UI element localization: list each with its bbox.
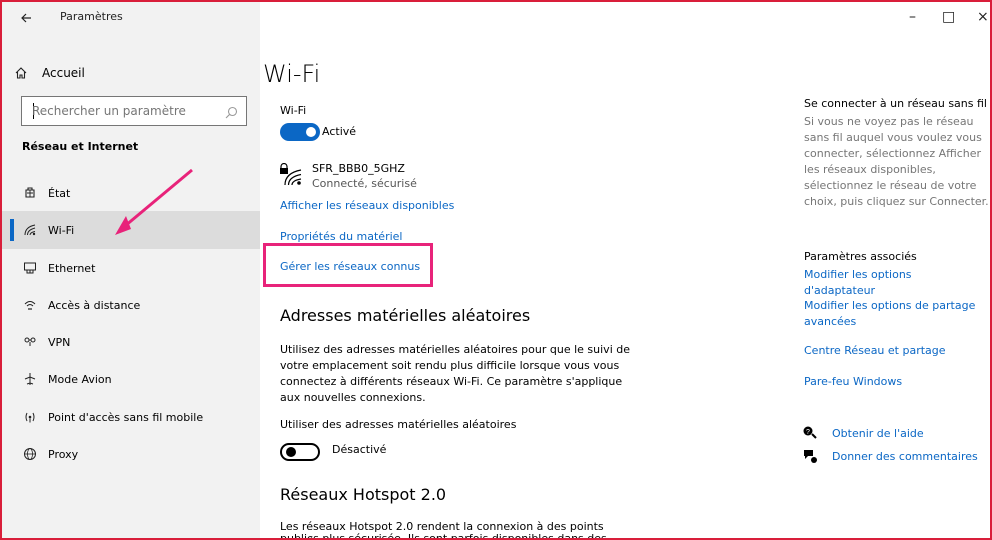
network-status: Connecté, sécurisé — [312, 177, 417, 190]
firewall-link[interactable]: Pare-feu Windows — [804, 374, 979, 390]
feedback-link[interactable]: Donner des commentaires — [832, 449, 990, 465]
network-ssid: SFR_BBB0_5GHZ — [312, 162, 405, 175]
ethernet-icon — [22, 260, 38, 276]
sidebar-item-point-acces[interactable]: Point d'accès sans fil mobile — [2, 398, 260, 436]
titlebar-left: Paramètres — [2, 2, 260, 34]
wifi-toggle-state: Activé — [322, 125, 357, 138]
right-rail: Se connecter à un réseau sans fil Si vou… — [790, 2, 990, 538]
manage-known-networks-link[interactable]: Gérer les réseaux connus — [280, 260, 420, 273]
close-button[interactable]: × — [977, 10, 989, 24]
minimize-button[interactable]: – — [909, 10, 916, 24]
help-icon: ? — [802, 424, 818, 440]
main-content: Wi-Fi Wi-Fi Activé SFR_BBB0_5GHZ Connect… — [260, 2, 776, 540]
sidebar-item-proxy[interactable]: Proxy — [2, 435, 260, 473]
sidebar-item-ethernet[interactable]: Ethernet — [2, 249, 260, 287]
toggle-knob — [286, 447, 296, 457]
hardware-properties-link[interactable]: Propriétés du matériel — [280, 230, 402, 243]
wifi-icon — [22, 222, 38, 238]
sidebar-item-etat[interactable]: État — [2, 174, 260, 212]
random-hw-toggle[interactable] — [280, 443, 320, 461]
page-title: Wi-Fi — [263, 60, 321, 88]
back-arrow-icon[interactable] — [14, 8, 38, 28]
home-icon — [14, 65, 28, 79]
window-title: Paramètres — [60, 10, 123, 23]
help-link[interactable]: Obtenir de l'aide — [832, 426, 990, 442]
sidebar-item-label: Point d'accès sans fil mobile — [48, 410, 204, 424]
svg-text:?: ? — [806, 429, 810, 436]
sidebar-item-label: Proxy — [48, 447, 79, 461]
sidebar-item-acces-distance[interactable]: Accès à distance — [2, 286, 260, 324]
sidebar-item-label: Wi-Fi — [48, 223, 75, 237]
settings-window: Paramètres Accueil Réseau et Internet Ét… — [0, 0, 992, 540]
sidebar-item-label: État — [48, 186, 71, 200]
airplane-icon — [22, 371, 38, 387]
random-hw-toggle-state: Désactivé — [332, 443, 387, 456]
adapter-options-link[interactable]: Modifier les options d'adaptateur — [804, 267, 979, 299]
search-icon[interactable] — [224, 105, 238, 119]
sidebar-item-mode-avion[interactable]: Mode Avion — [2, 360, 260, 398]
random-hw-heading: Adresses matérielles aléatoires — [280, 306, 531, 325]
hotspot-icon — [22, 409, 38, 425]
sidebar-section-title: Réseau et Internet — [22, 140, 139, 153]
hotspot-heading: Réseaux Hotspot 2.0 — [280, 485, 447, 504]
hotspot-description-line2: publics plus sécurisée. Ils sont parfois… — [280, 532, 607, 540]
wifi-signal-icon — [284, 166, 302, 186]
connected-network[interactable]: SFR_BBB0_5GHZ Connecté, sécurisé — [278, 160, 478, 194]
related-settings-title: Paramètres associés — [804, 250, 917, 263]
proxy-globe-icon — [22, 446, 38, 462]
wifi-toggle[interactable] — [280, 123, 320, 141]
sidebar-item-label: Ethernet — [48, 261, 96, 275]
status-globe-icon — [22, 185, 38, 201]
vpn-icon — [22, 334, 38, 350]
sidebar-item-label: Accès à distance — [48, 298, 141, 312]
maximize-button[interactable]: □ — [942, 10, 955, 24]
sidebar: Paramètres Accueil Réseau et Internet Ét… — [2, 2, 260, 538]
sidebar-item-label: Mode Avion — [48, 372, 112, 386]
sidebar-home-label: Accueil — [42, 66, 85, 80]
connect-title: Se connecter à un réseau sans fil — [804, 97, 987, 110]
sharing-options-link[interactable]: Modifier les options de partage avancées — [804, 298, 979, 330]
sidebar-item-vpn[interactable]: VPN — [2, 323, 260, 361]
feedback-icon — [802, 448, 818, 464]
sidebar-home[interactable]: Accueil — [14, 59, 254, 87]
random-hw-description: Utilisez des adresses matérielles aléato… — [280, 343, 630, 404]
search-box[interactable] — [21, 96, 247, 126]
connect-text: Si vous ne voyez pas le réseau sans fil … — [804, 115, 989, 208]
show-networks-link[interactable]: Afficher les réseaux disponibles — [280, 199, 454, 212]
wifi-section-label: Wi-Fi — [280, 104, 307, 117]
toggle-knob — [306, 127, 316, 137]
sidebar-item-wifi[interactable]: Wi-Fi — [2, 211, 260, 249]
dial-up-icon — [22, 297, 38, 313]
search-input[interactable] — [32, 97, 212, 125]
network-center-link[interactable]: Centre Réseau et partage — [804, 343, 979, 359]
random-hw-toggle-label: Utiliser des adresses matérielles aléato… — [280, 418, 517, 431]
sidebar-item-label: VPN — [48, 335, 71, 349]
